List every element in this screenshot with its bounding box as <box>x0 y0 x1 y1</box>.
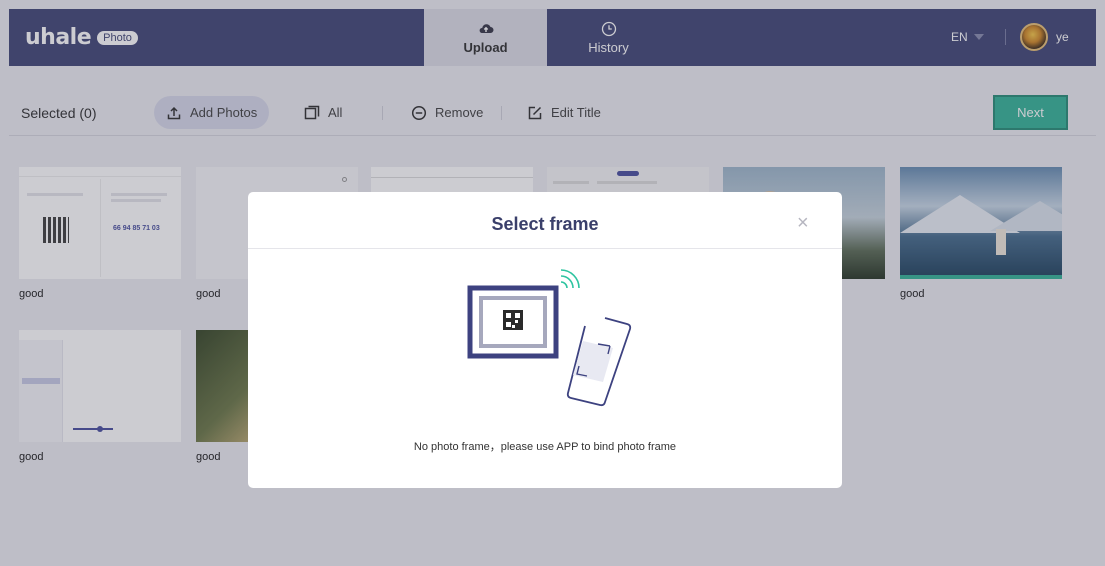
dialog-title: Select frame <box>491 214 599 234</box>
close-icon[interactable]: × <box>797 212 809 235</box>
wifi-icon <box>560 269 580 289</box>
select-frame-dialog: Select frame × No photo frame，please use… <box>248 192 842 488</box>
phone-icon <box>566 317 632 407</box>
divider <box>248 248 842 249</box>
photo-frame-icon <box>467 285 559 359</box>
frame-binding-illustration <box>467 269 632 407</box>
no-frame-message: No photo frame，please use APP to bind ph… <box>413 441 677 453</box>
